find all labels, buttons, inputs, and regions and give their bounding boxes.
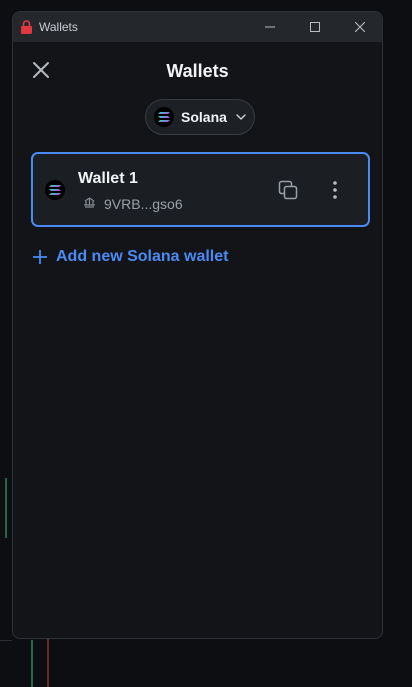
maximize-button[interactable] [292, 12, 337, 42]
plus-icon [33, 250, 47, 264]
chevron-down-icon [236, 114, 246, 120]
wallet-address-row: 9VRB...gso6 [83, 195, 183, 213]
copy-icon [278, 180, 298, 200]
background-chart-bar [47, 638, 49, 687]
title-bar[interactable]: Wallets [13, 12, 382, 42]
background-divider [0, 640, 12, 641]
wallet-address: 9VRB...gso6 [104, 196, 183, 212]
minimize-icon [264, 26, 275, 28]
add-wallet-label: Add new Solana wallet [56, 248, 229, 265]
copy-address-button[interactable] [277, 179, 299, 201]
add-wallet-button[interactable]: Add new Solana wallet [33, 248, 228, 266]
solana-icon [45, 180, 65, 200]
wallet-name: Wallet 1 [78, 170, 138, 187]
wallet-menu-button[interactable] [325, 178, 345, 202]
maximize-icon [309, 22, 320, 32]
wallets-window: Wallets Wallets Solana Wallet 1 9VRB...g… [12, 11, 383, 639]
app-lock-icon [19, 20, 33, 34]
chain-selector-label: Solana [181, 109, 227, 125]
wallets-panel: Wallets Solana Wallet 1 9VRB...gso6 Add … [13, 42, 382, 638]
solana-icon [154, 107, 174, 127]
window-close-button[interactable] [337, 12, 382, 42]
wallet-card[interactable]: Wallet 1 9VRB...gso6 [31, 152, 370, 227]
window-controls [247, 12, 382, 42]
page-title: Wallets [166, 61, 229, 81]
background-chart-bar [31, 640, 33, 687]
close-icon [354, 22, 365, 32]
window-title: Wallets [39, 20, 78, 34]
more-vertical-icon [333, 181, 337, 199]
vault-icon [83, 195, 96, 213]
chain-selector[interactable]: Solana [145, 99, 255, 135]
minimize-button[interactable] [247, 12, 292, 42]
background-chart-bar [5, 478, 7, 538]
